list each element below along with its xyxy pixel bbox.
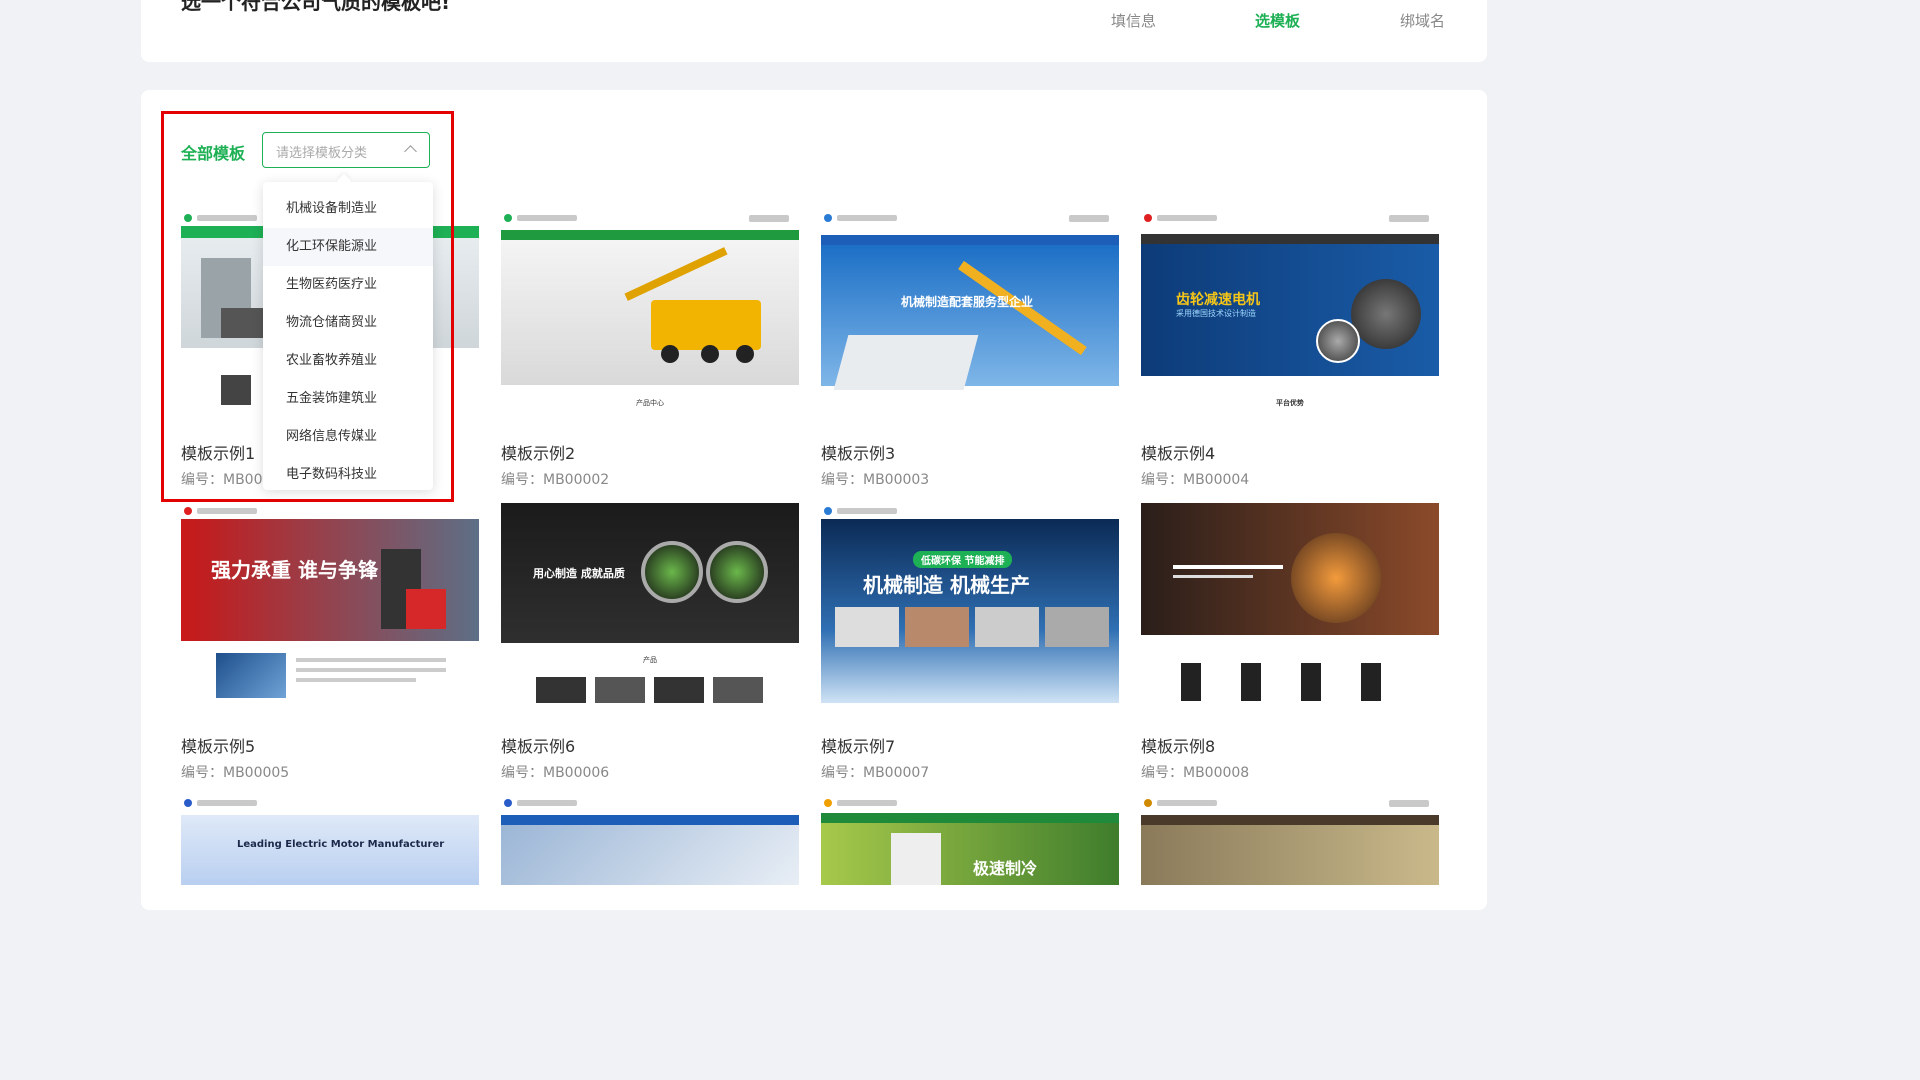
template-name: 模板示例1: [181, 444, 256, 463]
logo-icon: [824, 507, 832, 515]
template-code: 编号：MB00005: [181, 765, 290, 781]
template-name: 模板示例5: [181, 737, 256, 756]
nav-bar: [1141, 234, 1439, 244]
template-card[interactable]: 机械制造配套服务型企业 模板示例3 编号：MB00003: [821, 210, 1119, 488]
template-code: 编号：MB00003: [821, 472, 930, 488]
article-image: [216, 653, 286, 698]
banner-title: 机械制造 机械生产: [863, 573, 1030, 597]
template-card[interactable]: [501, 795, 799, 885]
category-option[interactable]: 农业畜牧养殖业: [263, 342, 433, 380]
template-thumbnail[interactable]: [1141, 503, 1439, 703]
banner-image: 齿轮减速电机 采用德国技术设计制造: [1141, 244, 1439, 376]
template-thumbnail[interactable]: 机械制造配套服务型企业: [821, 210, 1119, 410]
template-card[interactable]: 强力承重 谁与争锋 模板示例5 编号：MB00005: [181, 503, 479, 781]
template-code: 编号：MB00008: [1141, 765, 1250, 781]
banner-image: 强力承重 谁与争锋: [181, 519, 479, 641]
template-card[interactable]: 低碳环保 节能减排 机械制造 机械生产 模板示例7 编号：MB00007: [821, 503, 1119, 781]
nav-bar: [1141, 815, 1439, 825]
all-templates-link[interactable]: 全部模板: [181, 140, 245, 164]
banner-badge: 低碳环保 节能减排: [913, 551, 1013, 568]
banner-title: 机械制造配套服务型企业: [901, 295, 1034, 309]
template-code: 编号：MB00004: [1141, 472, 1250, 488]
template-thumbnail[interactable]: 齿轮减速电机 采用德国技术设计制造 平台优势: [1141, 210, 1439, 410]
banner-image: [501, 825, 799, 885]
category-dropdown: 机械设备制造业 化工环保能源业 生物医药医疗业 物流仓储商贸业 农业畜牧养殖业 …: [263, 182, 433, 490]
banner-image: 机械制造配套服务型企业: [821, 245, 1119, 390]
category-option[interactable]: 化工环保能源业: [263, 228, 433, 266]
banner-image: [1141, 825, 1439, 885]
category-option[interactable]: 生物医药医疗业: [263, 266, 433, 304]
category-option[interactable]: 五金装饰建筑业: [263, 380, 433, 418]
template-thumbnail[interactable]: 极速制冷: [821, 795, 1119, 885]
banner-image: [1141, 503, 1439, 635]
step-bind-domain[interactable]: 绑域名: [1400, 10, 1445, 31]
template-thumbnail[interactable]: 用心制造 成就品质 产品: [501, 503, 799, 703]
template-thumbnail[interactable]: [1141, 795, 1439, 885]
template-code: 编号：MB00002: [501, 472, 610, 488]
page-title: 选一个符合公司气质的模板吧!: [181, 0, 451, 14]
template-thumbnail[interactable]: [501, 795, 799, 885]
category-select-placeholder: 请选择模板分类: [276, 146, 368, 161]
steps-card: 选一个符合公司气质的模板吧! 填信息 选模板 绑域名: [141, 0, 1487, 62]
banner-title: 用心制造 成就品质: [533, 567, 625, 580]
template-name: 模板示例8: [1141, 737, 1216, 756]
category-option[interactable]: 网络信息传媒业: [263, 418, 433, 456]
banner-title: 极速制冷: [973, 859, 1038, 878]
nav-bar: [821, 813, 1119, 823]
step-fill-info[interactable]: 填信息: [1111, 10, 1156, 31]
logo-icon: [1144, 214, 1152, 222]
template-card[interactable]: [1141, 795, 1439, 885]
template-code: 编号：MB00006: [501, 765, 610, 781]
step-choose-template[interactable]: 选模板: [1255, 10, 1300, 31]
logo-icon: [824, 799, 832, 807]
banner-subtitle: 采用德国技术设计制造: [1176, 309, 1256, 318]
banner-title: 强力承重 谁与争锋: [211, 558, 378, 582]
template-thumbnail[interactable]: 低碳环保 节能减排 机械制造 机械生产: [821, 503, 1119, 703]
template-name: 模板示例6: [501, 737, 576, 756]
product-thumb: [221, 375, 251, 405]
banner-image: 极速制冷: [821, 823, 1119, 885]
banner-image: 用心制造 成就品质: [501, 503, 799, 643]
category-option[interactable]: 物流仓储商贸业: [263, 304, 433, 342]
logo-icon: [824, 214, 832, 222]
banner-title: Leading Electric Motor Manufacturer: [237, 839, 445, 850]
template-card[interactable]: 产品中心 模板示例2 编号：MB00002: [501, 210, 799, 488]
template-thumbnail[interactable]: 产品中心: [501, 210, 799, 410]
template-card[interactable]: 齿轮减速电机 采用德国技术设计制造 平台优势 模板示例4 编号：MB00004: [1141, 210, 1439, 488]
nav-bar: [501, 815, 799, 825]
logo-icon: [184, 507, 192, 515]
template-card[interactable]: Leading Electric Motor Manufacturer: [181, 795, 479, 885]
logo-icon: [1144, 799, 1152, 807]
template-thumbnail[interactable]: 强力承重 谁与争锋: [181, 503, 479, 703]
logo-icon: [184, 799, 192, 807]
banner-title: 齿轮减速电机: [1176, 292, 1260, 308]
logo-icon: [504, 214, 512, 222]
template-card[interactable]: 模板示例8 编号：MB00008: [1141, 503, 1439, 781]
template-name: 模板示例7: [821, 737, 896, 756]
template-code: 编号：MB00007: [821, 765, 930, 781]
category-option[interactable]: 机械设备制造业: [263, 190, 433, 228]
chevron-up-icon: [404, 145, 417, 158]
nav-bar: [501, 230, 799, 240]
logo-icon: [504, 799, 512, 807]
section-title: 平台优势: [1276, 399, 1304, 407]
template-card[interactable]: 极速制冷: [821, 795, 1119, 885]
banner-image: 低碳环保 节能减排 机械制造 机械生产: [821, 519, 1119, 703]
template-name: 模板示例2: [501, 444, 576, 463]
banner-image: Leading Electric Motor Manufacturer: [181, 815, 479, 885]
category-select[interactable]: 请选择模板分类: [262, 132, 430, 168]
section-title: 产品: [643, 656, 657, 664]
template-name: 模板示例4: [1141, 444, 1216, 463]
template-name: 模板示例3: [821, 444, 896, 463]
section-title: 产品中心: [636, 399, 664, 407]
category-option[interactable]: 电子数码科技业: [263, 456, 433, 494]
banner-image: [501, 240, 799, 385]
logo-icon: [184, 214, 192, 222]
template-thumbnail[interactable]: Leading Electric Motor Manufacturer: [181, 795, 479, 885]
template-card[interactable]: 用心制造 成就品质 产品 模板示例6 编号：MB00006: [501, 503, 799, 781]
nav-bar: [821, 235, 1119, 245]
